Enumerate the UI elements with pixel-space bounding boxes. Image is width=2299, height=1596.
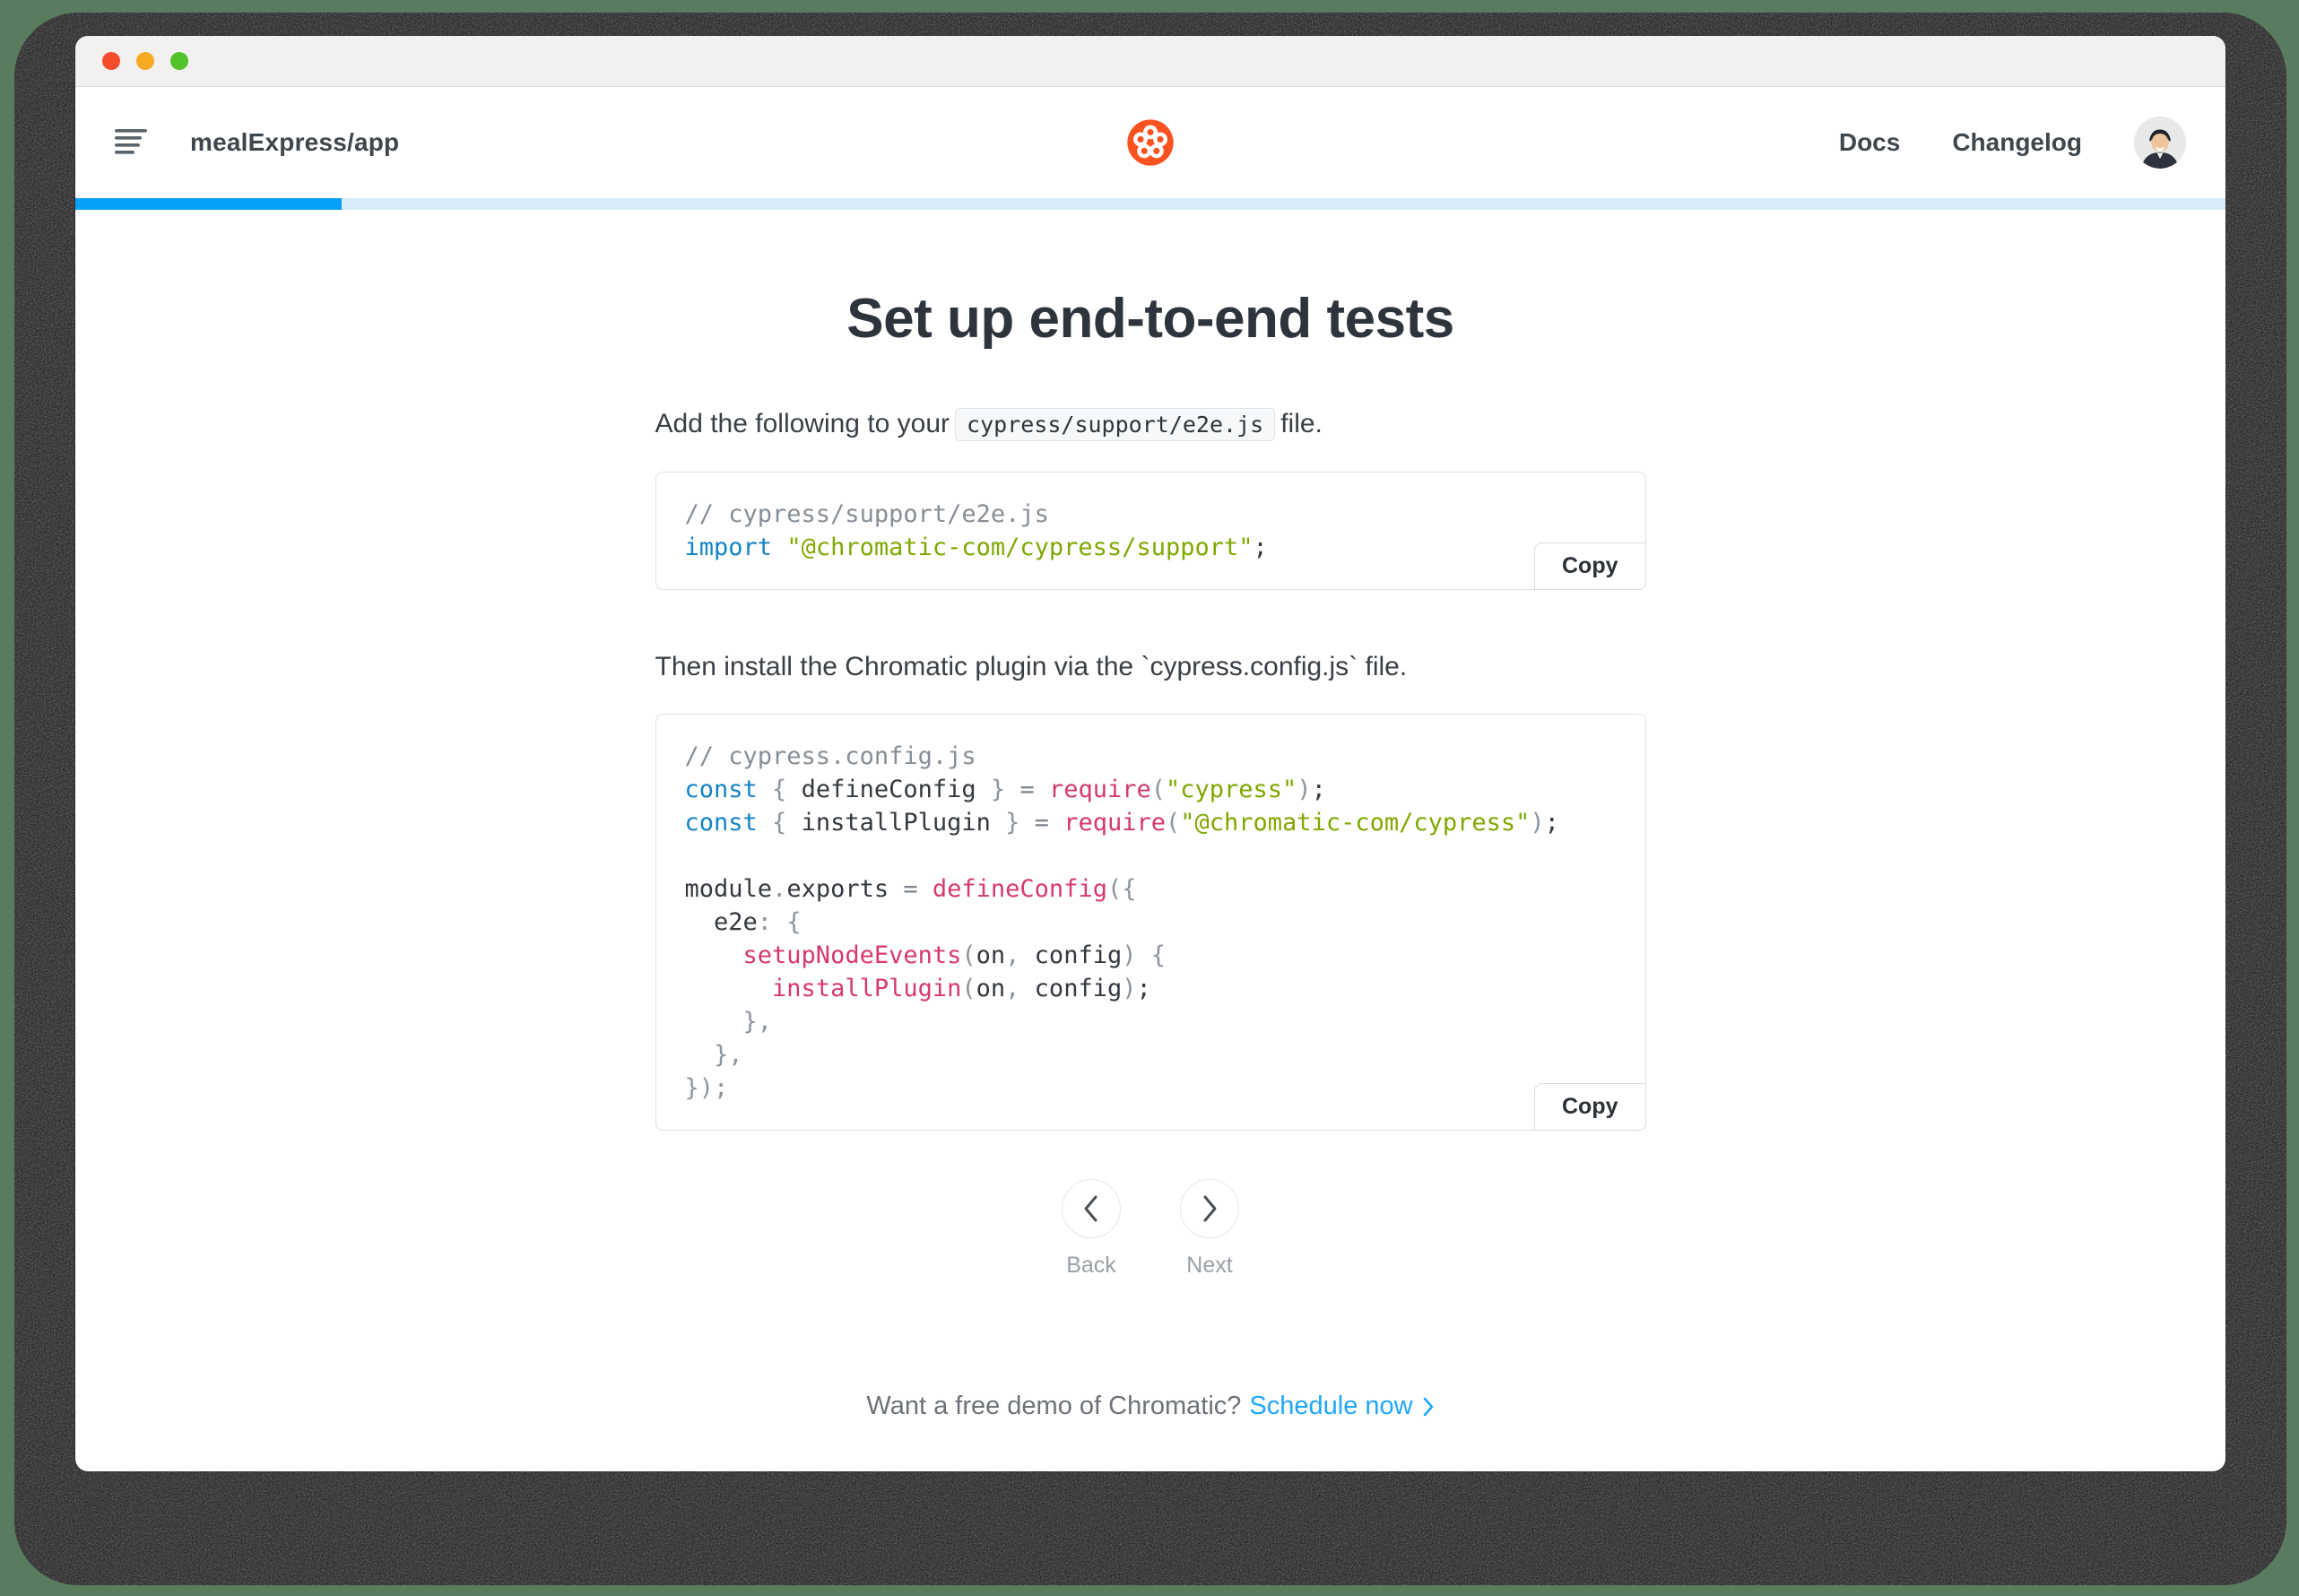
user-avatar[interactable] [2134, 117, 2186, 169]
window-titlebar [75, 36, 2225, 87]
step1-prefix: Add the following to your [655, 409, 950, 438]
schedule-demo-label: Schedule now [1249, 1392, 1413, 1420]
nav-link-docs[interactable]: Docs [1839, 128, 1900, 157]
close-window-button[interactable] [102, 52, 120, 70]
progress-fill [75, 198, 343, 210]
app-header: mealExpress/app Docs Changelog [75, 87, 2225, 198]
chevron-left-icon [1084, 1195, 1097, 1222]
schedule-demo-link[interactable]: Schedule now [1249, 1392, 1434, 1421]
pager: Back Next [75, 1179, 2225, 1279]
back-label: Back [1066, 1253, 1116, 1278]
app-window: mealExpress/app Docs Changelog Set up en… [75, 36, 2225, 1471]
pager-next: Next [1180, 1179, 1239, 1279]
pager-back: Back [1062, 1179, 1121, 1279]
next-button[interactable] [1180, 1179, 1239, 1238]
chevron-right-icon [1423, 1397, 1433, 1416]
code-snippet: // cypress.config.js const { defineConfig… [684, 742, 1559, 1102]
minimize-window-button[interactable] [136, 52, 154, 70]
inline-code-path: cypress/support/e2e.js [955, 408, 1276, 441]
step1-suffix: file. [1280, 409, 1323, 438]
main-content: Set up end-to-end tests Add the followin… [75, 287, 2225, 1421]
next-label: Next [1186, 1253, 1233, 1278]
code-block-cypress-config: // cypress.config.js const { defineConfig… [655, 714, 1646, 1131]
onboarding-progress-bar [75, 198, 2225, 210]
step2-instruction: Then install the Chromatic plugin via th… [655, 652, 1408, 681]
code-block-e2e-support: // cypress/support/e2e.js import "@chroma… [655, 472, 1646, 590]
maximize-window-button[interactable] [170, 52, 188, 70]
code-snippet: // cypress/support/e2e.js import "@chroma… [684, 500, 1268, 561]
header-nav: Docs Changelog [1839, 117, 2186, 169]
project-breadcrumb[interactable]: mealExpress/app [190, 128, 399, 157]
copy-button[interactable]: Copy [1534, 1083, 1646, 1131]
demo-footer: Want a free demo of Chromatic? Schedule … [75, 1392, 2225, 1421]
copy-button[interactable]: Copy [1534, 542, 1646, 590]
page-title: Set up end-to-end tests [846, 288, 1454, 350]
demo-question: Want a free demo of Chromatic? [866, 1392, 1242, 1420]
nav-link-changelog[interactable]: Changelog [1952, 128, 2082, 157]
traffic-lights [102, 52, 188, 70]
back-button[interactable] [1062, 1179, 1121, 1238]
chevron-right-icon [1203, 1195, 1217, 1222]
sidebar-menu-icon[interactable] [115, 129, 149, 156]
chromatic-logo-icon[interactable] [1127, 119, 1175, 167]
step1-instruction: Add the following to your cypress/support… [655, 406, 1646, 443]
